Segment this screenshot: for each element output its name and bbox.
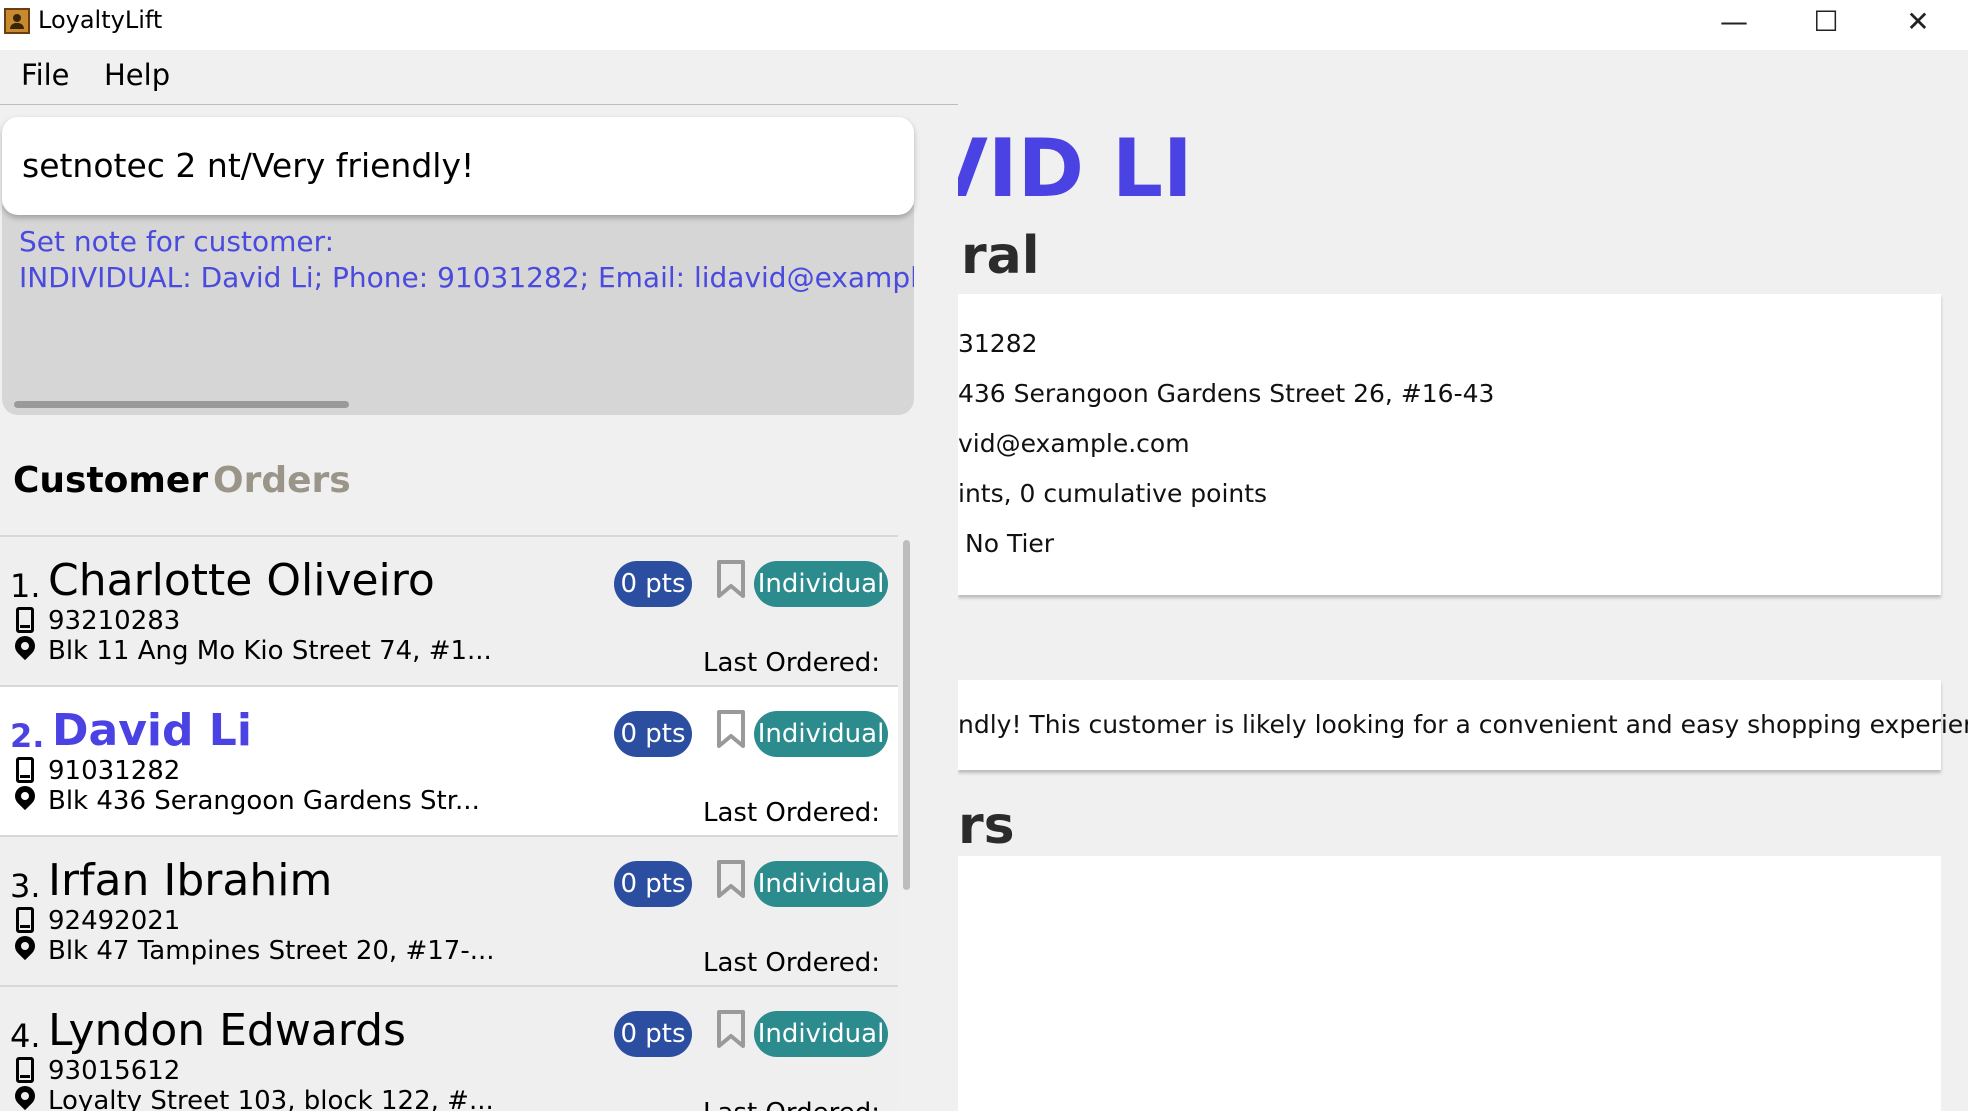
phone-icon — [16, 607, 34, 633]
last-ordered-label: Last Ordered: — [703, 1098, 880, 1111]
location-pin-icon — [10, 631, 40, 661]
command-input[interactable]: setnotec 2 nt/Very friendly! — [2, 117, 914, 215]
customer-phone: 92492021 — [48, 906, 181, 936]
phone-icon — [16, 1057, 34, 1083]
result-line-2: INDIVIDUAL: David Li; Phone: 91031282; E… — [19, 261, 914, 294]
customer-list: 1. Charlotte Oliveiro 93210283 Blk 11 An… — [0, 535, 898, 1111]
last-ordered-label: Last Ordered: — [703, 798, 880, 828]
detail-orders-box — [958, 856, 1941, 1111]
customer-name: Irfan Ibrahim — [48, 855, 333, 906]
close-button[interactable]: ✕ — [1872, 0, 1964, 44]
customer-card-selected[interactable]: 2. David Li 91031282 Blk 436 Serangoon G… — [0, 685, 898, 835]
location-pin-icon — [10, 931, 40, 961]
menu-help[interactable]: Help — [104, 58, 170, 92]
customer-phone: 93210283 — [48, 606, 181, 636]
customer-address: Blk 47 Tampines Street 20, #17-... — [48, 936, 495, 966]
tier-badge: Individual — [754, 711, 888, 757]
result-line-1: Set note for customer: — [19, 225, 335, 258]
customer-name: David Li — [52, 705, 252, 756]
detail-email: vid@example.com — [958, 429, 1190, 458]
bookmark-icon[interactable] — [716, 1009, 746, 1049]
maximize-button[interactable]: ☐ — [1780, 0, 1872, 44]
customer-detail-panel: VID LI ral 31282 436 Serangoon Gardens S… — [958, 104, 1968, 1111]
phone-icon — [16, 907, 34, 933]
detail-general-heading: ral — [961, 226, 1040, 286]
customer-phone: 91031282 — [48, 756, 181, 786]
customer-address: Loyalty Street 103, block 122, #... — [48, 1086, 494, 1111]
points-badge: 0 pts — [614, 711, 692, 757]
points-badge: 0 pts — [614, 1011, 692, 1057]
window-title: LoyaltyLift — [38, 6, 163, 34]
detail-orders-heading: rs — [958, 796, 1015, 856]
location-pin-icon — [10, 1081, 40, 1111]
tab-orders[interactable]: Orders — [213, 460, 351, 501]
list-scrollbar[interactable] — [903, 540, 910, 890]
detail-phone: 31282 — [958, 329, 1038, 358]
app-icon — [4, 8, 30, 34]
last-ordered-label: Last Ordered: — [703, 648, 880, 678]
points-badge: 0 pts — [614, 861, 692, 907]
detail-customer-name: VID LI — [958, 122, 1193, 215]
customer-card[interactable]: 1. Charlotte Oliveiro 93210283 Blk 11 An… — [0, 535, 898, 685]
customer-name: Charlotte Oliveiro — [48, 555, 435, 606]
tier-badge: Individual — [754, 861, 888, 907]
detail-address: 436 Serangoon Gardens Street 26, #16-43 — [958, 379, 1495, 408]
customer-index: 3. — [10, 867, 41, 905]
tab-customer[interactable]: Customer — [13, 460, 208, 501]
tier-badge: Individual — [754, 1011, 888, 1057]
bookmark-icon[interactable] — [716, 709, 746, 749]
customer-index: 2. — [10, 717, 45, 755]
detail-tier: No Tier — [965, 529, 1055, 558]
customer-address: Blk 436 Serangoon Gardens Str... — [48, 786, 480, 816]
command-text: setnotec 2 nt/Very friendly! — [22, 146, 475, 185]
customer-phone: 93015612 — [48, 1056, 181, 1086]
minimize-button[interactable]: — — [1688, 0, 1780, 44]
detail-general-box: 31282 436 Serangoon Gardens Street 26, #… — [958, 294, 1941, 595]
detail-note-box: ndly! This customer is likely looking fo… — [958, 680, 1968, 770]
detail-note: ndly! This customer is likely looking fo… — [958, 710, 1968, 739]
detail-points: ints, 0 cumulative points — [958, 479, 1268, 508]
result-display: Set note for customer: INDIVIDUAL: David… — [2, 205, 914, 415]
tier-badge: Individual — [754, 561, 888, 607]
menu-bar: File Help — [0, 50, 1968, 105]
customer-card[interactable]: 3. Irfan Ibrahim 92492021 Blk 47 Tampine… — [0, 835, 898, 985]
points-badge: 0 pts — [614, 561, 692, 607]
location-pin-icon — [10, 781, 40, 811]
result-scrollbar[interactable] — [14, 401, 349, 408]
customer-card[interactable]: 4. Lyndon Edwards 93015612 Loyalty Stree… — [0, 985, 898, 1111]
bookmark-icon[interactable] — [716, 559, 746, 599]
title-bar: LoyaltyLift — ☐ ✕ — [0, 0, 1968, 50]
customer-index: 1. — [10, 567, 41, 605]
last-ordered-label: Last Ordered: — [703, 948, 880, 978]
customer-index: 4. — [10, 1017, 41, 1055]
bookmark-icon[interactable] — [716, 859, 746, 899]
customer-address: Blk 11 Ang Mo Kio Street 74, #1... — [48, 636, 492, 666]
phone-icon — [16, 757, 34, 783]
customer-name: Lyndon Edwards — [48, 1005, 406, 1056]
menu-file[interactable]: File — [21, 58, 70, 92]
